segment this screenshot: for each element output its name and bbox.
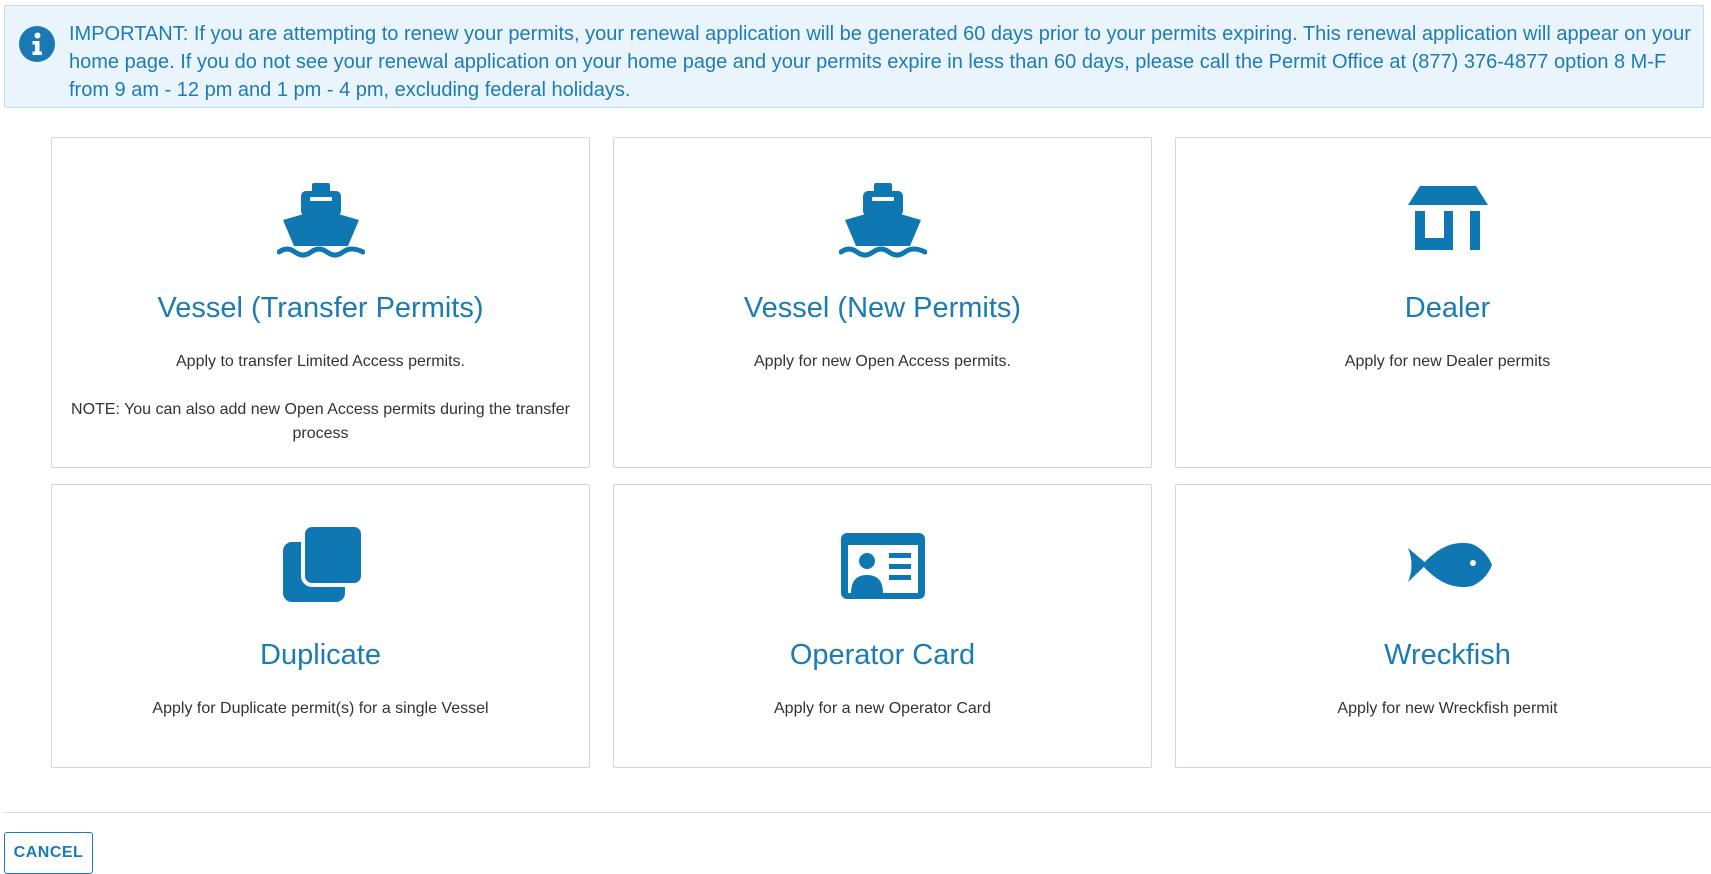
vessel-new-permits-card[interactable]: Vessel (New Permits) Apply for new Open … — [613, 137, 1152, 468]
info-circle-icon — [19, 26, 55, 62]
footer-divider — [4, 812, 1711, 813]
card-title: Dealer — [1404, 292, 1491, 324]
card-title: Vessel (New Permits) — [743, 292, 1022, 324]
card-description: Apply for a new Operator Card — [774, 700, 991, 717]
card-description: Apply to transfer Limited Access permits… — [176, 353, 465, 370]
ship-icon — [276, 183, 365, 258]
dealer-card[interactable]: Dealer Apply for new Dealer permits — [1175, 137, 1711, 468]
card-description: Apply for new Wreckfish permit — [1337, 700, 1558, 717]
card-title: Wreckfish — [1384, 639, 1511, 671]
card-title: Vessel (Transfer Permits) — [157, 292, 484, 324]
card-description: Apply for Duplicate permit(s) for a sing… — [152, 700, 489, 717]
operator-card-card[interactable]: Operator Card Apply for a new Operator C… — [613, 484, 1152, 768]
vessel-transfer-permits-card[interactable]: Vessel (Transfer Permits) Apply to trans… — [51, 137, 590, 468]
card-description: Apply for new Open Access permits. — [754, 353, 1011, 370]
copy-icon — [282, 523, 365, 602]
duplicate-card[interactable]: Duplicate Apply for Duplicate permit(s) … — [51, 484, 590, 768]
important-alert: IMPORTANT: If you are attempting to rene… — [4, 5, 1704, 108]
card-note: NOTE: You can also add new Open Access p… — [71, 401, 570, 442]
card-description: Apply for new Dealer permits — [1344, 353, 1551, 370]
ship-icon — [838, 183, 927, 258]
fish-icon — [1407, 542, 1492, 588]
card-title: Operator Card — [789, 639, 976, 671]
card-title: Duplicate — [260, 639, 381, 671]
store-icon — [1407, 186, 1488, 250]
cancel-button[interactable]: CANCEL — [4, 832, 93, 874]
id-card-icon — [840, 533, 925, 599]
alert-message: IMPORTANT: If you are attempting to rene… — [69, 23, 1691, 101]
wreckfish-card[interactable]: Wreckfish Apply for new Wreckfish permit — [1175, 484, 1711, 768]
